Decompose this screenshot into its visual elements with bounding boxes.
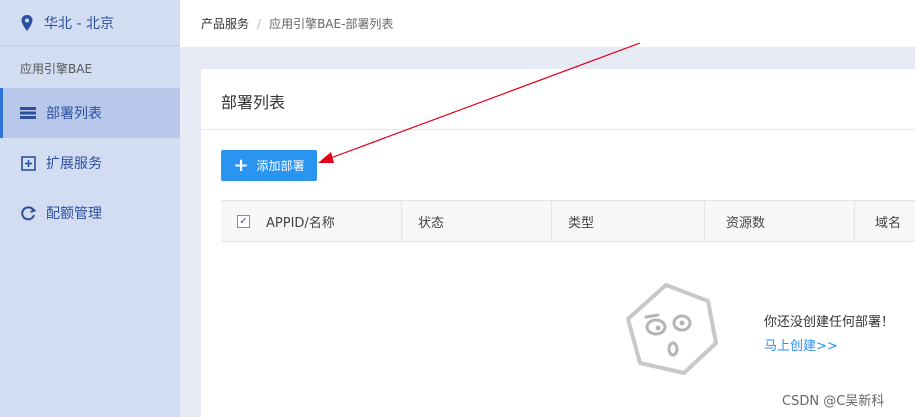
select-all-checkbox[interactable]: ✓ bbox=[237, 214, 250, 228]
refresh-icon bbox=[20, 205, 36, 221]
column-appid: ✓ APPID/名称 bbox=[221, 201, 402, 241]
column-type: 类型 bbox=[552, 201, 705, 241]
plus-square-icon bbox=[20, 155, 36, 171]
column-header: 域名 bbox=[875, 215, 902, 231]
plus-icon: + bbox=[233, 154, 249, 176]
column-status: 状态 bbox=[402, 201, 552, 241]
divider bbox=[201, 129, 915, 130]
empty-state-face-icon bbox=[626, 283, 718, 375]
section-label: 应用引擎BAE bbox=[20, 62, 93, 76]
column-header: 资源数 bbox=[726, 215, 766, 231]
watermark: CSDN @C吴新科 bbox=[782, 394, 885, 409]
breadcrumb-current: 应用引擎BAE-部署列表 bbox=[269, 17, 394, 31]
empty-state-message: 你还没创建任何部署！ bbox=[764, 315, 895, 330]
list-icon bbox=[20, 105, 36, 121]
region-selector[interactable]: 华北 - 北京 bbox=[0, 0, 180, 46]
sidebar-item-label: 配额管理 bbox=[46, 206, 102, 222]
column-domain: 域名 bbox=[855, 201, 915, 241]
sidebar-item-extensions[interactable]: 扩展服务 bbox=[0, 138, 180, 188]
breadcrumb: 产品服务 / 应用引擎BAE-部署列表 bbox=[180, 0, 915, 47]
region-label: 华北 - 北京 bbox=[44, 15, 114, 32]
column-resources: 资源数 bbox=[705, 201, 855, 241]
add-button-label: 添加部署 bbox=[256, 159, 305, 173]
sidebar-item-label: 扩展服务 bbox=[46, 156, 102, 172]
sidebar: 华北 - 北京 应用引擎BAE 部署列表 扩展服务 配额管理 bbox=[0, 0, 180, 417]
table-header: ✓ APPID/名称 状态 类型 资源数 域名 bbox=[221, 200, 915, 242]
sidebar-item-quota[interactable]: 配额管理 bbox=[0, 188, 180, 238]
breadcrumb-separator: / bbox=[257, 16, 262, 31]
sidebar-item-label: 部署列表 bbox=[46, 106, 102, 122]
create-now-link[interactable]: 马上创建>> bbox=[764, 335, 838, 354]
main-panel: 部署列表 + 添加部署 ✓ APPID/名称 状态 类型 资源数 域名 你还没创… bbox=[201, 69, 915, 417]
column-header: 状态 bbox=[418, 215, 445, 231]
location-pin-icon bbox=[21, 14, 33, 31]
column-header: 类型 bbox=[568, 215, 595, 231]
breadcrumb-root[interactable]: 产品服务 bbox=[201, 15, 249, 32]
column-header: APPID/名称 bbox=[266, 215, 335, 231]
sidebar-item-deploy-list[interactable]: 部署列表 bbox=[0, 88, 180, 138]
page-title: 部署列表 bbox=[221, 93, 286, 112]
add-deployment-button[interactable]: + 添加部署 bbox=[221, 150, 317, 181]
